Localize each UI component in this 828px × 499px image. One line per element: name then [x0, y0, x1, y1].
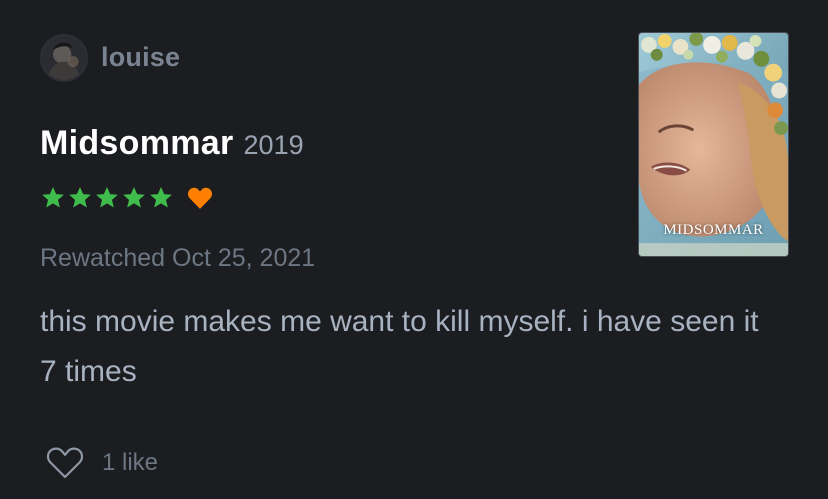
- like-row: 1 like: [46, 446, 158, 480]
- star-icon: [42, 186, 64, 208]
- poster-title: MIDSOMMAR: [663, 222, 764, 238]
- star-icon: [69, 186, 91, 208]
- watched-date: Rewatched Oct 25, 2021: [40, 244, 316, 272]
- film-year[interactable]: 2019: [244, 130, 304, 161]
- review-body: this movie makes me want to kill myself.…: [40, 305, 759, 388]
- avatar[interactable]: [40, 34, 88, 82]
- film-title[interactable]: Midsommar: [40, 124, 234, 163]
- username[interactable]: louise: [101, 42, 180, 73]
- star-icon: [150, 186, 172, 208]
- star-rating: [40, 185, 175, 211]
- star-icon: [123, 186, 145, 208]
- like-count[interactable]: 1 like: [102, 449, 158, 477]
- review-card: louise Midsommar 2019 Rewatched Oct 25, …: [0, 0, 828, 499]
- rating: [40, 185, 213, 211]
- heart-outline-icon[interactable]: [46, 446, 84, 480]
- film-heading: Midsommar 2019: [40, 124, 304, 163]
- heart-icon: [187, 187, 213, 209]
- star-icon: [96, 186, 118, 208]
- film-poster[interactable]: MIDSOMMAR: [638, 32, 789, 257]
